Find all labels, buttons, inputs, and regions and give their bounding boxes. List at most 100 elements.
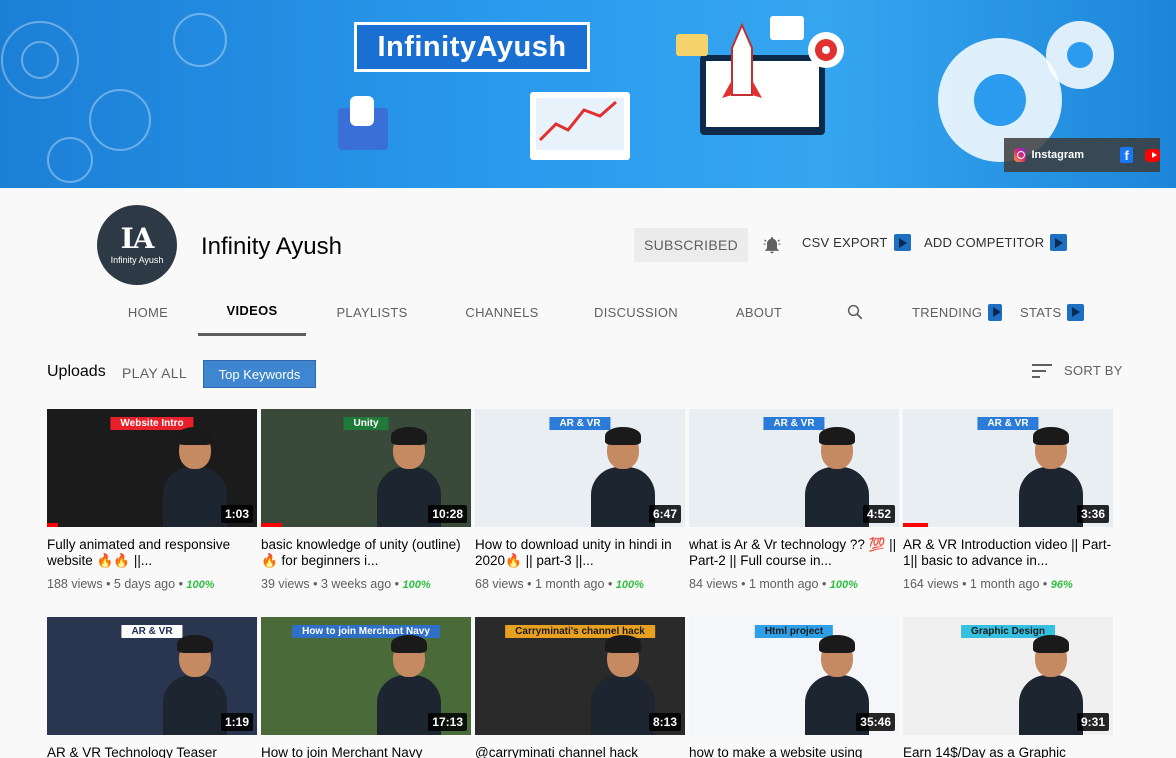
video-thumbnail[interactable]: How to join Merchant Navy 17:13 [261, 617, 471, 735]
video-thumbnail[interactable]: Website Intro 1:03 [47, 409, 257, 527]
tab-stats[interactable]: STATS [1020, 288, 1084, 336]
video-thumbnail[interactable]: AR & VR 6:47 [475, 409, 685, 527]
facebook-icon[interactable]: f [1120, 147, 1134, 163]
watch-progress-bar [47, 523, 58, 527]
thumbnail-presenter [591, 635, 655, 735]
thumbnail-caption: AR & VR [763, 417, 825, 430]
vidiq-score: 100% [829, 579, 858, 591]
tab-stats-label: STATS [1020, 304, 1062, 320]
tab-home[interactable]: HOME [122, 288, 174, 336]
video-title[interactable]: how to make a website using [689, 745, 899, 758]
video-card[interactable]: How to join Merchant Navy 17:13 How to joi… [261, 617, 471, 758]
separator-dot: • [818, 577, 830, 591]
video-title[interactable]: Earn 14$/Day as a Graphic [903, 745, 1113, 758]
vidiq-score: 96% [1050, 579, 1073, 591]
video-thumbnail[interactable]: Graphic Design 9:31 [903, 617, 1113, 735]
video-thumbnail[interactable]: AR & VR 4:52 [689, 409, 899, 527]
video-duration: 3:36 [1076, 505, 1109, 523]
video-card[interactable]: AR & VR 1:19 AR & VR Technology Teaser [47, 617, 257, 758]
subscribed-button[interactable]: SUBSCRIBED [634, 228, 748, 262]
thumbnail-caption: Website Intro [110, 417, 194, 430]
view-count: 68 views [475, 577, 524, 591]
video-card[interactable]: Unity 10:28 basic knowledge of unity (outl… [261, 409, 471, 591]
search-icon[interactable] [846, 303, 864, 321]
channel-tabs: HOME VIDEOS PLAYLISTS CHANNELS DISCUSSIO… [0, 288, 1176, 338]
video-title[interactable]: Fully animated and responsive website 🔥🔥… [47, 537, 257, 569]
video-thumbnail[interactable]: Html project 35:46 [689, 617, 899, 735]
video-title[interactable]: AR & VR Introduction video || Part-1|| b… [903, 537, 1113, 569]
uploads-heading[interactable]: Uploads [47, 363, 106, 381]
vidiq-score: 100% [402, 579, 431, 591]
upload-age: 5 days ago [113, 577, 176, 591]
video-title[interactable]: How to join Merchant Navy [261, 745, 471, 758]
watch-progress-bar [261, 523, 282, 527]
thumbnail-presenter [1019, 427, 1083, 527]
separator-dot: • [391, 577, 403, 591]
upload-age: 1 month ago [969, 577, 1040, 591]
channel-avatar[interactable]: IA Infinity Ayush [97, 205, 177, 285]
video-duration: 9:31 [1076, 713, 1109, 731]
upload-age: 1 month ago [748, 577, 819, 591]
sort-by-button[interactable]: SORT BY [1032, 363, 1123, 378]
video-duration: 17:13 [428, 713, 467, 731]
video-thumbnail[interactable]: Unity 10:28 [261, 409, 471, 527]
thumbnail-caption: Unity [343, 417, 389, 430]
video-card[interactable]: Website Intro 1:03 Fully animated and resp… [47, 409, 257, 591]
video-duration: 10:28 [428, 505, 467, 523]
video-card[interactable]: Html project 35:46 how to make a website u… [689, 617, 899, 758]
tab-playlists[interactable]: PLAYLISTS [334, 288, 410, 336]
video-title[interactable]: AR & VR Technology Teaser [47, 745, 257, 758]
video-card[interactable]: AR & VR 4:52 what is Ar & Vr technology ??… [689, 409, 899, 591]
csv-export-label: CSV EXPORT [802, 235, 888, 250]
vidiq-score: 100% [615, 579, 644, 591]
video-metadata: 188 views • 5 days ago • 100% [47, 577, 257, 591]
video-duration: 35:46 [856, 713, 895, 731]
upload-age: 1 month ago [534, 577, 605, 591]
video-thumbnail[interactable]: AR & VR 3:36 [903, 409, 1113, 527]
thumbnail-caption: AR & VR [121, 625, 183, 638]
video-title[interactable]: @carryminati channel hack [475, 745, 685, 758]
play-all-button[interactable]: PLAY ALL [122, 365, 187, 381]
tab-about[interactable]: ABOUT [732, 288, 786, 336]
add-competitor-button[interactable]: ADD COMPETITOR [924, 234, 1068, 251]
video-title[interactable]: what is Ar & Vr technology ?? 💯 || Part-… [689, 537, 899, 569]
vidiq-play-icon [893, 234, 911, 251]
youtube-icon[interactable] [1145, 148, 1160, 162]
sort-by-label: SORT BY [1064, 363, 1123, 378]
tab-trending[interactable]: TRENDING [912, 288, 1002, 336]
separator-dot: • [1039, 577, 1051, 591]
video-title[interactable]: How to download unity in hindi in 2020🔥 … [475, 537, 685, 569]
add-competitor-label: ADD COMPETITOR [924, 235, 1045, 250]
thumbnail-presenter [591, 427, 655, 527]
video-thumbnail[interactable]: Carryminati's channel hack 8:13 [475, 617, 685, 735]
instagram-icon[interactable] [1014, 148, 1026, 162]
top-keywords-button[interactable]: Top Keywords [203, 360, 316, 388]
sort-icon [1032, 363, 1052, 378]
avatar-monogram: IA [120, 222, 155, 255]
view-count: 188 views [47, 577, 103, 591]
uploads-section: Uploads PLAY ALL Top Keywords SORT BY We… [0, 338, 1176, 758]
thumbnail-presenter [805, 427, 869, 527]
instagram-label[interactable]: Instagram [1032, 149, 1085, 161]
video-metadata: 84 views • 1 month ago • 100% [689, 577, 899, 591]
video-metadata: 164 views • 1 month ago • 96% [903, 577, 1113, 591]
upload-age: 3 weeks ago [320, 577, 392, 591]
video-card[interactable]: Carryminati's channel hack 8:13 @carrymina… [475, 617, 685, 758]
channel-header: IA Infinity Ayush Infinity Ayush SUBSCRI… [0, 188, 1176, 338]
thumbnail-caption: Html project [754, 625, 834, 638]
notification-bell-icon[interactable] [762, 235, 782, 255]
video-thumbnail[interactable]: AR & VR 1:19 [47, 617, 257, 735]
csv-export-button[interactable]: CSV EXPORT [802, 234, 911, 251]
video-card[interactable]: Graphic Design 9:31 Earn 14$/Day as a Grap… [903, 617, 1113, 758]
tab-channels[interactable]: CHANNELS [462, 288, 542, 336]
tab-videos[interactable]: VIDEOS [198, 288, 306, 336]
channel-name: Infinity Ayush [201, 233, 342, 260]
separator-dot: • [604, 577, 616, 591]
video-card[interactable]: AR & VR 6:47 How to download unity in hind… [475, 409, 685, 591]
video-title[interactable]: basic knowledge of unity (outline) 🔥 for… [261, 537, 471, 569]
video-card[interactable]: AR & VR 3:36 AR & VR Introduction video ||… [903, 409, 1113, 591]
banner-channel-title: InfinityAyush [354, 22, 590, 72]
channel-banner: InfinityAyush Instagram f [0, 0, 1176, 188]
tab-discussion[interactable]: DISCUSSION [594, 288, 678, 336]
video-duration: 6:47 [648, 505, 681, 523]
